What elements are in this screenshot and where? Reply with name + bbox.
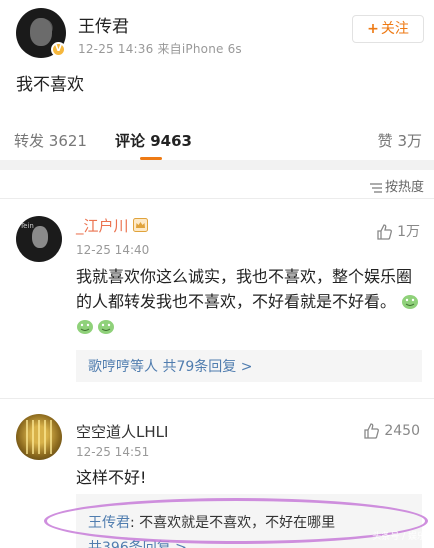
section-separator — [0, 160, 434, 170]
post-text: 我不喜欢 — [16, 75, 84, 95]
author-name[interactable]: 王传君 — [78, 12, 129, 37]
tab-comments[interactable]: 评论 9463 — [115, 130, 192, 151]
divider — [0, 398, 434, 399]
plus-icon: + — [367, 21, 379, 37]
comment-text: 我就喜欢你这么诚实，我也不喜欢，整个娱乐圈的人都转发我也不喜欢，不好看就是不好看… — [76, 264, 424, 339]
post-meta: 12-25 14:36 来自iPhone 6s — [78, 42, 242, 56]
doge-emoji-icon — [77, 320, 93, 334]
comment-time: 12-25 14:40 — [76, 243, 150, 257]
like-count: 1万 — [397, 224, 420, 240]
tab-forward[interactable]: 转发 3621 — [14, 130, 87, 151]
commenter-avatar[interactable]: Tein — [16, 216, 62, 262]
sort-icon — [369, 182, 382, 193]
verified-icon: V — [51, 42, 66, 57]
reply-box[interactable]: 歌哼哼等人 共79条回复 > — [76, 350, 422, 382]
post-header: V 王传君 12-25 14:36 来自iPhone 6s + 关注 — [0, 0, 434, 62]
comment-text: 这样不好! — [76, 468, 147, 487]
comment-like-button[interactable]: 1万 — [376, 221, 420, 241]
replies-link[interactable]: 歌哼哼等人 共79条回复 > — [88, 356, 252, 376]
tab-likes[interactable]: 赞 3万 — [378, 130, 422, 151]
tab-bar: 转发 3621 评论 9463 赞 3万 — [0, 124, 434, 160]
doge-emoji-icon — [402, 295, 419, 309]
divider — [0, 198, 434, 199]
follow-label: 关注 — [380, 21, 409, 37]
doge-emoji-icon — [98, 320, 114, 334]
thumbs-up-icon — [364, 423, 380, 439]
commenter-name[interactable]: 空空道人LHLI — [76, 421, 168, 442]
thumbs-up-icon — [377, 224, 393, 240]
sort-label: 按热度 — [384, 180, 424, 195]
follow-button[interactable]: + 关注 — [352, 15, 424, 43]
sort-by-hot-button[interactable]: 按热度 — [369, 176, 424, 195]
highlight-annotation — [44, 498, 428, 544]
like-count: 2450 — [384, 423, 420, 439]
comment-time: 12-25 14:51 — [76, 445, 150, 459]
commenter-avatar[interactable] — [16, 414, 62, 460]
comment-like-button[interactable]: 2450 — [363, 422, 420, 439]
vip-crown-icon — [132, 218, 148, 232]
watermark: 头条号 / 娱乐 — [372, 532, 426, 542]
commenter-name[interactable]: _江户川 — [76, 215, 148, 236]
